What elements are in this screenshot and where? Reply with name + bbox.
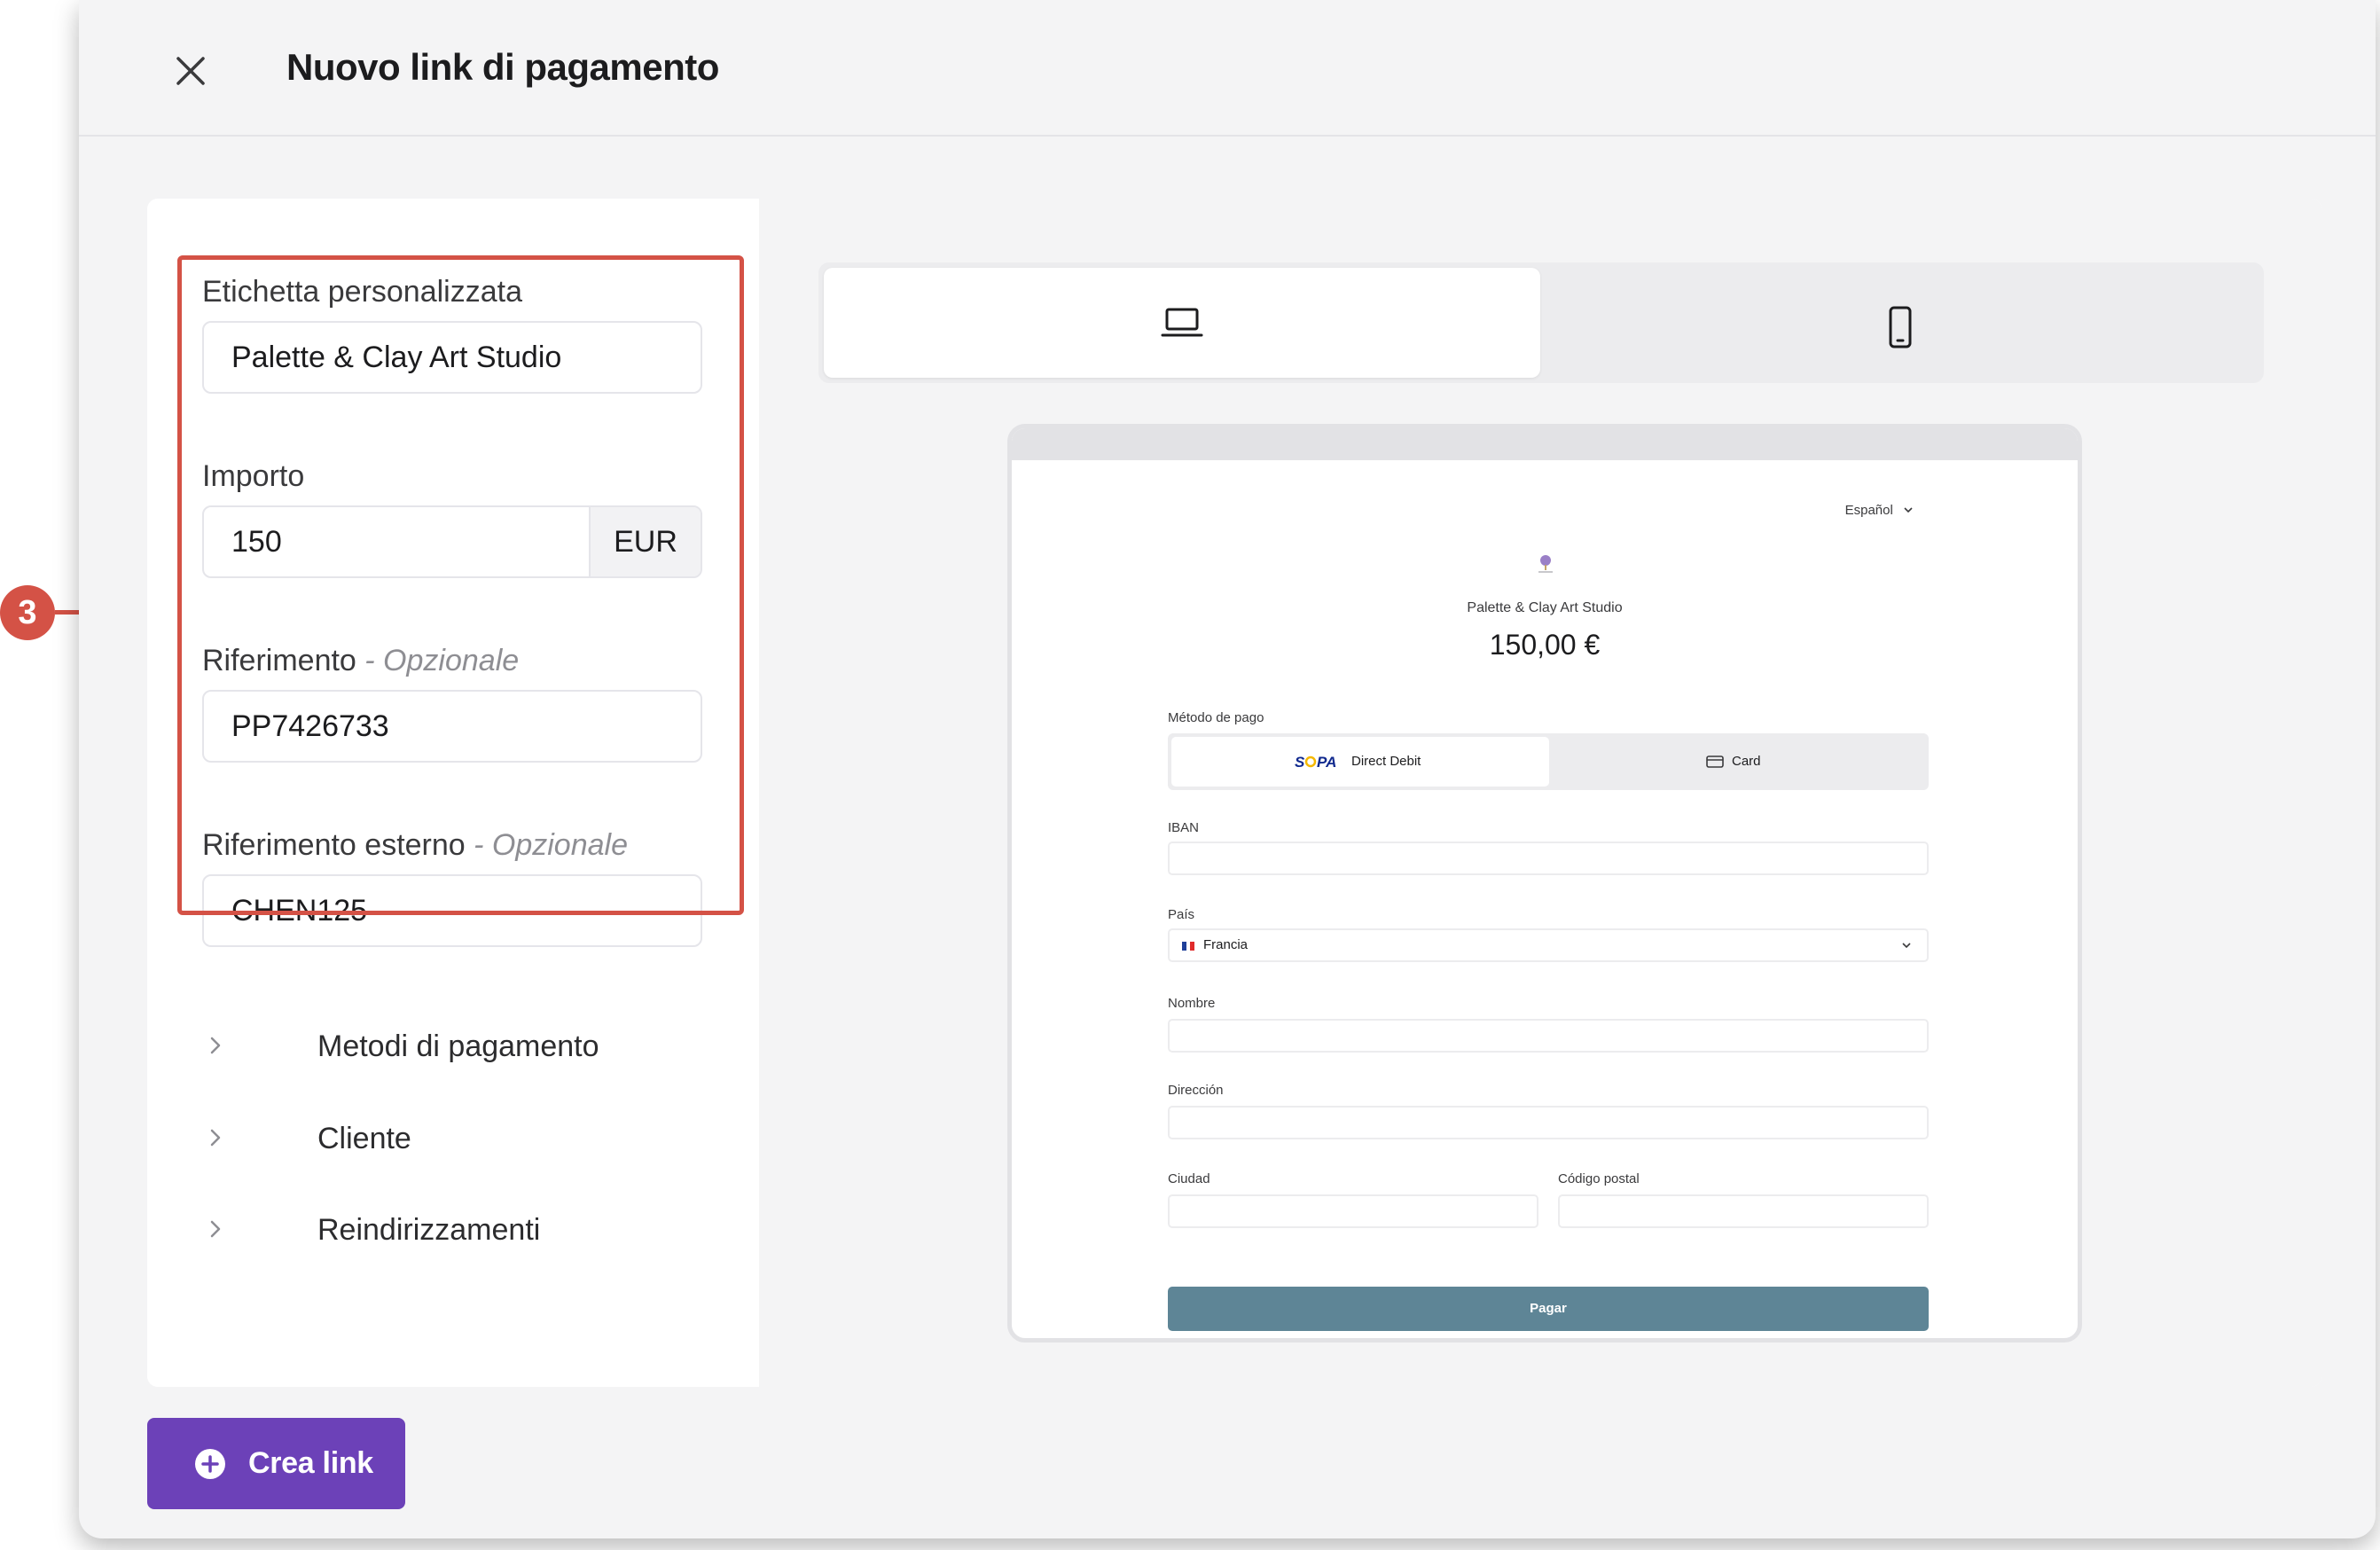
create-link-button[interactable]: Crea link <box>147 1418 405 1509</box>
sepa-logo: S PA <box>1295 754 1336 771</box>
step-badge: 3 <box>0 585 55 640</box>
close-button[interactable] <box>171 51 210 90</box>
close-icon <box>176 57 205 85</box>
postal-code-input[interactable] <box>1558 1194 1929 1228</box>
content-card: Etichetta personalizzata Palette & Clay … <box>147 199 2321 1387</box>
section-customer-label: Cliente <box>317 1122 411 1155</box>
currency-select[interactable]: EUR <box>589 507 701 576</box>
preview-column: Español Palette & Clay Art Studio 150,00… <box>759 199 2321 1387</box>
reference-optional-hint: - Opzionale <box>356 644 520 677</box>
country-select[interactable]: Francia <box>1168 928 1929 962</box>
modal-header: Nuovo link di pagamento <box>79 0 2376 137</box>
france-flag-icon <box>1182 942 1194 951</box>
address-label: Dirección <box>1168 1083 1224 1098</box>
payment-link-modal: Nuovo link di pagamento Etichetta person… <box>79 0 2376 1538</box>
preview-amount: 150,00 € <box>1489 629 1601 661</box>
amount-label: Importo <box>202 459 305 493</box>
chevron-right-icon <box>210 1037 221 1054</box>
country-select-value: Francia <box>1203 937 1249 952</box>
custom-label-label: Etichetta personalizzata <box>202 275 522 309</box>
payment-method-tabs: S PA Direct Debit Card <box>1168 733 1929 790</box>
form-column: Etichetta personalizzata Palette & Clay … <box>147 199 759 1387</box>
plus-circle-icon <box>195 1449 225 1479</box>
create-link-label: Crea link <box>248 1446 373 1480</box>
mobile-view-button[interactable] <box>1544 268 2259 378</box>
name-input[interactable] <box>1168 1019 1929 1053</box>
chevron-down-icon <box>1904 507 1913 513</box>
svg-text:PA: PA <box>1317 754 1336 771</box>
external-reference-input[interactable]: CHEN125 <box>202 874 702 947</box>
custom-label-input[interactable]: Palette & Clay Art Studio <box>202 321 702 394</box>
mobile-phone-icon <box>1889 306 1912 348</box>
amount-input[interactable]: 150 <box>204 507 591 576</box>
checkout-preview: Español Palette & Clay Art Studio 150,00… <box>1007 424 2082 1343</box>
amount-field: 150 EUR <box>202 505 702 578</box>
tab-card[interactable]: Card <box>1551 737 1925 787</box>
browser-bar <box>1012 428 2078 460</box>
section-customer[interactable]: Cliente <box>202 1114 699 1167</box>
country-label: País <box>1168 907 1195 922</box>
external-reference-label: Riferimento esterno - Opzionale <box>202 826 628 864</box>
city-label: Ciudad <box>1168 1171 1210 1186</box>
desktop-view-button[interactable] <box>824 268 1540 378</box>
tab-direct-debit-label: Direct Debit <box>1351 754 1421 769</box>
svg-text:S: S <box>1295 754 1305 771</box>
merchant-logo-icon <box>1538 555 1553 573</box>
tab-direct-debit[interactable]: S PA Direct Debit <box>1171 737 1549 787</box>
payment-method-label: Método de pago <box>1168 710 1264 725</box>
reference-label: Riferimento - Opzionale <box>202 642 519 679</box>
name-label: Nombre <box>1168 996 1216 1011</box>
reference-label-text: Riferimento <box>202 644 356 677</box>
city-input[interactable] <box>1168 1194 1538 1228</box>
preview-merchant-name: Palette & Clay Art Studio <box>1467 600 1623 615</box>
external-reference-optional-hint: - Opzionale <box>465 828 629 862</box>
device-toggle <box>818 262 2264 383</box>
section-redirects[interactable]: Reindirizzamenti <box>202 1205 699 1258</box>
section-payment-methods-label: Metodi di pagamento <box>317 1029 599 1063</box>
postal-code-label: Código postal <box>1558 1171 1640 1186</box>
section-redirects-label: Reindirizzamenti <box>317 1213 541 1247</box>
laptop-icon <box>1161 308 1203 337</box>
language-select[interactable]: Español <box>1845 503 1914 518</box>
section-payment-methods[interactable]: Metodi di pagamento <box>202 1022 699 1075</box>
tab-card-label: Card <box>1732 754 1761 769</box>
chevron-down-icon <box>1902 943 1911 949</box>
credit-card-icon <box>1706 755 1724 768</box>
chevron-right-icon <box>210 1220 221 1238</box>
iban-input[interactable] <box>1168 842 1929 875</box>
page-title: Nuovo link di pagamento <box>286 46 719 88</box>
external-reference-label-text: Riferimento esterno <box>202 828 466 862</box>
iban-label: IBAN <box>1168 820 1200 835</box>
reference-input[interactable]: PP7426733 <box>202 690 702 763</box>
pay-button[interactable]: Pagar <box>1168 1287 1929 1331</box>
language-select-label: Español <box>1844 503 1893 518</box>
address-input[interactable] <box>1168 1106 1929 1139</box>
chevron-right-icon <box>210 1129 221 1147</box>
